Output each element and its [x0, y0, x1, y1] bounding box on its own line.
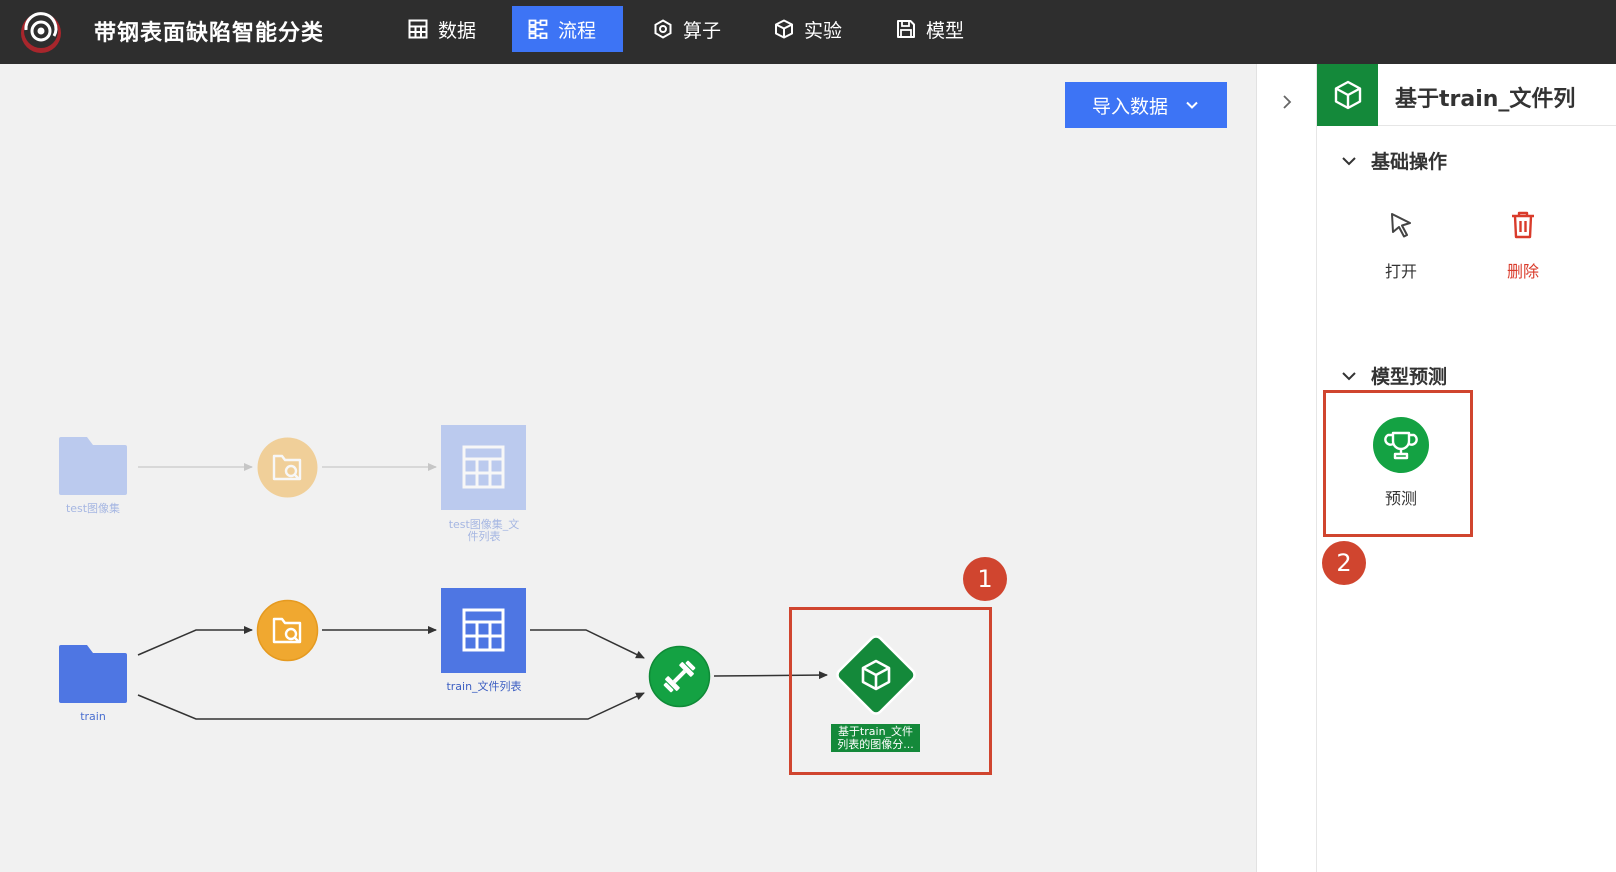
- train-folder-node[interactable]: [59, 645, 127, 703]
- test-table-label-line2: 件列表: [467, 530, 501, 543]
- train-operator-node[interactable]: [648, 645, 711, 708]
- cursor-icon: [1391, 213, 1411, 238]
- section-model-predict[interactable]: 模型预测: [1341, 362, 1447, 389]
- open-action[interactable]: 打开: [1361, 210, 1441, 282]
- edge-train-table-to-train-op: [530, 629, 645, 659]
- train-table-node[interactable]: [441, 588, 526, 673]
- flow-edges: [137, 463, 828, 720]
- train-folder-label: train: [80, 710, 106, 723]
- step-badge-1: 1: [963, 557, 1007, 601]
- highlight-box-predict: [1323, 390, 1473, 537]
- delete-action[interactable]: 删除: [1483, 210, 1563, 282]
- test-folder-label: test图像集: [65, 502, 121, 515]
- panel-header: 基于train_文件列: [1317, 64, 1616, 126]
- chevron-down-icon: [1342, 371, 1356, 380]
- chevron-down-icon: [1342, 156, 1356, 165]
- panel-collapse-strip: [1256, 64, 1317, 872]
- train-table-label: train_文件列表: [446, 680, 522, 693]
- edge-train-folder-to-train-op: [137, 692, 645, 720]
- edge-train-folder-to-scan: [137, 626, 253, 656]
- train-scan-node[interactable]: [256, 599, 319, 662]
- cube-icon: [1334, 80, 1361, 110]
- panel-title: 基于train_文件列: [1395, 87, 1576, 112]
- test-scan-node[interactable]: [256, 436, 319, 499]
- panel-header-icon-box: [1317, 64, 1378, 126]
- section-basic-ops[interactable]: 基础操作: [1341, 147, 1447, 174]
- highlight-box-model-node: [789, 607, 992, 775]
- test-table-node[interactable]: [441, 425, 526, 510]
- step-badge-2: 2: [1322, 541, 1366, 585]
- test-folder-node[interactable]: [59, 437, 127, 495]
- trash-icon: [1512, 211, 1534, 239]
- chevron-right-icon[interactable]: [1279, 94, 1295, 110]
